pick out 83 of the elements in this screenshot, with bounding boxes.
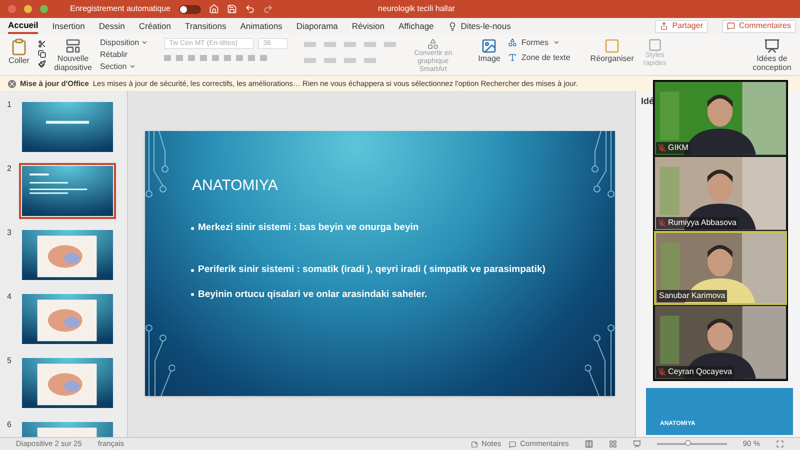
ribbon-tab[interactable]: Insertion xyxy=(52,18,85,34)
arrange-button[interactable]: Réorganiser xyxy=(590,38,634,63)
tell-me-field[interactable]: Dites-le-nous xyxy=(460,20,511,32)
fit-icon[interactable] xyxy=(776,440,784,448)
reset-button[interactable]: Rétablir xyxy=(100,50,148,59)
new-slide-button[interactable]: Nouvelle diapositive xyxy=(54,38,92,72)
redo-icon[interactable] xyxy=(262,4,272,14)
participant-name: Rumiyya Abbasova xyxy=(668,216,736,228)
normal-view-icon[interactable] xyxy=(584,440,593,448)
zoom-thumb[interactable] xyxy=(685,440,692,446)
paragraph-tool-icon[interactable] xyxy=(304,58,316,63)
slide-number: 5 xyxy=(7,355,12,367)
text-box-button[interactable]: Zone de texte xyxy=(508,53,570,62)
layout-button[interactable]: Disposition xyxy=(100,38,148,47)
section-button[interactable]: Section xyxy=(100,62,148,71)
paragraph-tool-icon[interactable] xyxy=(344,42,356,47)
paragraph-tool-icon[interactable] xyxy=(324,58,336,63)
clipboard-icon xyxy=(10,38,28,56)
slide-number: 4 xyxy=(7,291,12,303)
autosave-toggle[interactable] xyxy=(178,4,200,14)
ribbon-tab[interactable]: Révision xyxy=(352,18,384,34)
image-icon xyxy=(481,38,498,54)
save-icon[interactable] xyxy=(226,4,236,14)
bullet-icon xyxy=(191,226,194,230)
paragraph-tool-icon[interactable] xyxy=(384,42,396,47)
minimize-icon[interactable] xyxy=(24,5,32,13)
ribbon-tab[interactable]: Diaporama xyxy=(296,18,338,34)
slide-title: ANATOMIYA xyxy=(192,176,278,196)
paragraph-tool-icon[interactable] xyxy=(364,42,376,47)
design-ideas-button[interactable]: Idées de conception xyxy=(752,38,792,72)
square-icon xyxy=(604,38,620,54)
notes-icon xyxy=(470,440,478,448)
participant-name: Ceyran Qocayeva xyxy=(668,366,732,378)
paragraph-tool-icon[interactable] xyxy=(344,58,356,63)
chevron-down-icon xyxy=(552,39,560,46)
slideshow-icon[interactable] xyxy=(632,440,641,448)
ribbon-tab[interactable]: Affichage xyxy=(398,18,434,34)
pane-title: Idé xyxy=(641,95,656,108)
text-box-icon xyxy=(508,53,518,62)
home-icon[interactable] xyxy=(208,4,218,14)
zoom-icon[interactable] xyxy=(40,5,48,13)
comments-button[interactable]: Commentaires xyxy=(722,20,796,32)
chevron-down-icon xyxy=(128,63,136,70)
paste-button[interactable]: Coller xyxy=(8,38,30,65)
slide-bullet: Merkezi sinir sistemi : bas beyin ve onurga beyin xyxy=(198,221,419,235)
participant-name: GIKM xyxy=(668,142,688,154)
format-painter-icon[interactable] xyxy=(38,60,46,68)
ribbon-tab[interactable]: Animations xyxy=(240,18,282,34)
paragraph-tool-icon[interactable] xyxy=(364,58,376,63)
ribbon-tab[interactable]: Dessin xyxy=(98,18,125,34)
presentation-icon xyxy=(764,38,780,54)
chevron-down-icon xyxy=(141,39,148,46)
undo-icon[interactable] xyxy=(244,4,254,14)
slide-bullet: Periferik sinir sistemi : somatik (iradi ), qeyri iradi ( simpatik ve parasimpatik) xyxy=(198,263,546,278)
window-title: neurologik tecili hallar xyxy=(378,3,455,15)
close-icon[interactable] xyxy=(8,80,16,88)
slide-layout-icon xyxy=(65,38,81,54)
ribbon-tab[interactable]: Transitions xyxy=(184,18,226,34)
participant-name: Sanubar Karimova xyxy=(659,290,726,302)
ribbon-tab[interactable]: Création xyxy=(138,18,171,34)
comment-icon xyxy=(726,22,735,30)
lightbulb-icon xyxy=(448,22,457,30)
slide-number: 1 xyxy=(7,99,12,111)
image-button[interactable]: Image xyxy=(478,38,500,63)
grid-view-icon[interactable] xyxy=(608,440,617,448)
slide-number: 6 xyxy=(7,419,12,431)
cut-icon[interactable] xyxy=(38,40,46,48)
share-button[interactable]: Partager xyxy=(655,20,708,32)
copy-icon[interactable] xyxy=(38,50,46,58)
bullet-icon xyxy=(191,293,194,296)
comment-icon xyxy=(509,440,516,448)
slide-number: 3 xyxy=(7,227,12,239)
paragraph-tool-icon[interactable] xyxy=(324,42,336,47)
share-icon xyxy=(660,22,668,30)
shapes-icon xyxy=(427,38,440,50)
shapes-button[interactable]: Formes xyxy=(508,38,570,47)
slide-number: 2 xyxy=(7,163,12,175)
square-icon xyxy=(648,38,662,52)
bullet-icon xyxy=(191,268,194,272)
paragraph-tool-icon[interactable] xyxy=(304,42,316,47)
slide-bullet: Beyinin ortucu qisalari ve onlar arasindaki saheler. xyxy=(198,288,428,302)
autosave-label: Enregistrement automatique xyxy=(70,3,170,15)
shapes-icon xyxy=(508,38,518,47)
